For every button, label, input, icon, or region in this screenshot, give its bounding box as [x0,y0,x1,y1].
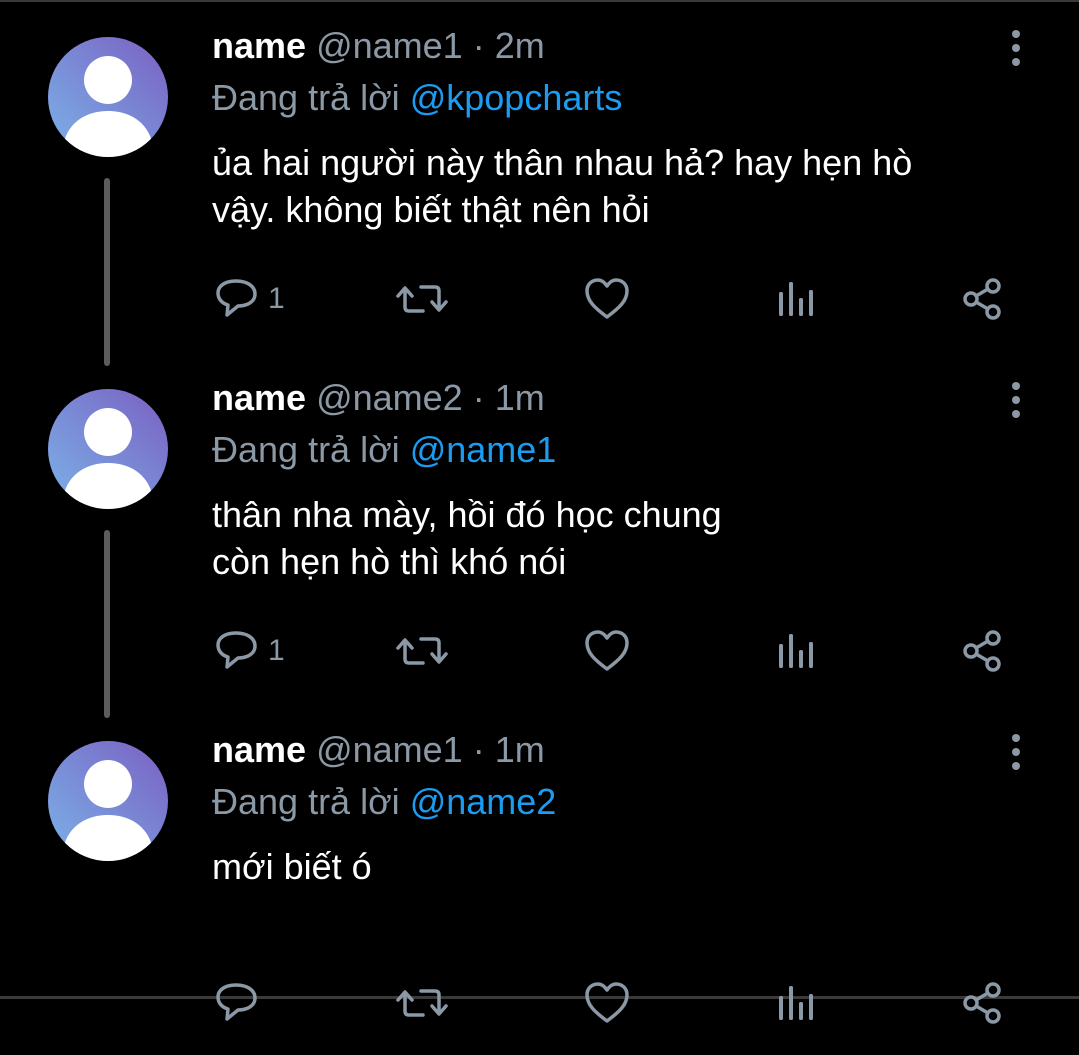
reply-bubble-icon [216,631,257,669]
reply-count: 1 [268,282,285,315]
tweet-header: name @name2 · 1m [212,374,545,422]
default-avatar-icon[interactable] [48,37,168,157]
action-bar [0,958,1079,1048]
like-button[interactable] [584,958,630,1048]
mention-link[interactable]: @name1 [410,429,557,470]
action-bar: 1 [0,606,1079,696]
like-button[interactable] [584,606,630,696]
mention-link[interactable]: @name2 [410,781,557,822]
tweet-text: mới biết ó [212,843,1032,890]
retweet-icon [396,637,448,665]
reply-bubble-icon [216,983,257,1021]
analytics-bars-icon [779,282,813,316]
default-avatar-icon[interactable] [48,741,168,861]
reply-bubble-icon [216,279,257,317]
tweet-header: name @name1 · 1m [212,726,545,774]
display-name[interactable]: name [212,25,306,66]
display-name[interactable]: name [212,377,306,418]
timestamp[interactable]: 2m [495,25,545,66]
tweet-text: thân nha mày, hồi đó học chung còn hẹn h… [212,491,1032,585]
replying-to-label: Đang trả lời [212,429,400,470]
analytics-bars-icon [779,986,813,1020]
display-name[interactable]: name [212,729,306,770]
share-button[interactable] [959,958,1005,1048]
user-handle[interactable]: @name1 [316,729,463,770]
replying-to-label: Đang trả lời [212,77,400,118]
reply-count: 1 [268,634,285,667]
replying-to: Đang trả lời @name1 [212,426,556,474]
replying-to: Đang trả lời @kpopcharts [212,74,622,122]
retweet-button[interactable] [396,606,448,696]
retweet-icon [396,285,448,313]
tweet-text-line: thân nha mày, hồi đó học chung [212,494,722,535]
tweet[interactable]: name @name2 · 1m Đang trả lời @name1 thâ… [0,352,1079,718]
more-vertical-icon[interactable] [1002,380,1030,420]
share-button[interactable] [959,254,1005,344]
user-handle[interactable]: @name1 [316,25,463,66]
tweet-text: ủa hai người này thân nhau hả? hay hẹn h… [212,139,1032,233]
analytics-button[interactable] [776,254,816,344]
reply-button[interactable]: 1 [214,254,285,344]
replying-to: Đang trả lời @name2 [212,778,556,826]
timestamp[interactable]: 1m [495,729,545,770]
tweet[interactable]: name @name1 · 1m Đang trả lời @name2 mới… [0,704,1079,1055]
share-icon [963,982,1001,1024]
timestamp[interactable]: 1m [495,377,545,418]
analytics-button[interactable] [776,958,816,1048]
reply-button[interactable]: 1 [214,606,285,696]
separator-dot: · [472,729,485,770]
share-button[interactable] [959,606,1005,696]
replying-to-label: Đang trả lời [212,781,400,822]
tweet-text-line: còn hẹn hò thì khó nói [212,541,567,582]
default-avatar-icon[interactable] [48,389,168,509]
heart-icon [585,278,629,319]
analytics-button[interactable] [776,606,816,696]
like-button[interactable] [584,254,630,344]
retweet-button[interactable] [396,958,448,1048]
mention-link[interactable]: @kpopcharts [410,77,623,118]
tweet-text-line: vậy. không biết thật nên hỏi [212,189,650,230]
tweet-header: name @name1 · 2m [212,22,545,70]
more-vertical-icon[interactable] [1002,732,1030,772]
separator-dot: · [472,377,485,418]
tweet-text-line: mới biết ó [212,846,372,887]
heart-icon [585,630,629,671]
tweet[interactable]: name @name1 · 2m Đang trả lời @kpopchart… [0,0,1079,366]
reply-button[interactable] [214,958,268,1048]
analytics-bars-icon [779,634,813,668]
more-vertical-icon[interactable] [1002,28,1030,68]
share-icon [963,630,1001,672]
retweet-icon [396,989,448,1017]
heart-icon [585,982,629,1023]
separator-dot: · [472,25,485,66]
tweet-text-line: ủa hai người này thân nhau hả? hay hẹn h… [212,142,913,183]
share-icon [963,278,1001,320]
user-handle[interactable]: @name2 [316,377,463,418]
action-bar: 1 [0,254,1079,344]
retweet-button[interactable] [396,254,448,344]
